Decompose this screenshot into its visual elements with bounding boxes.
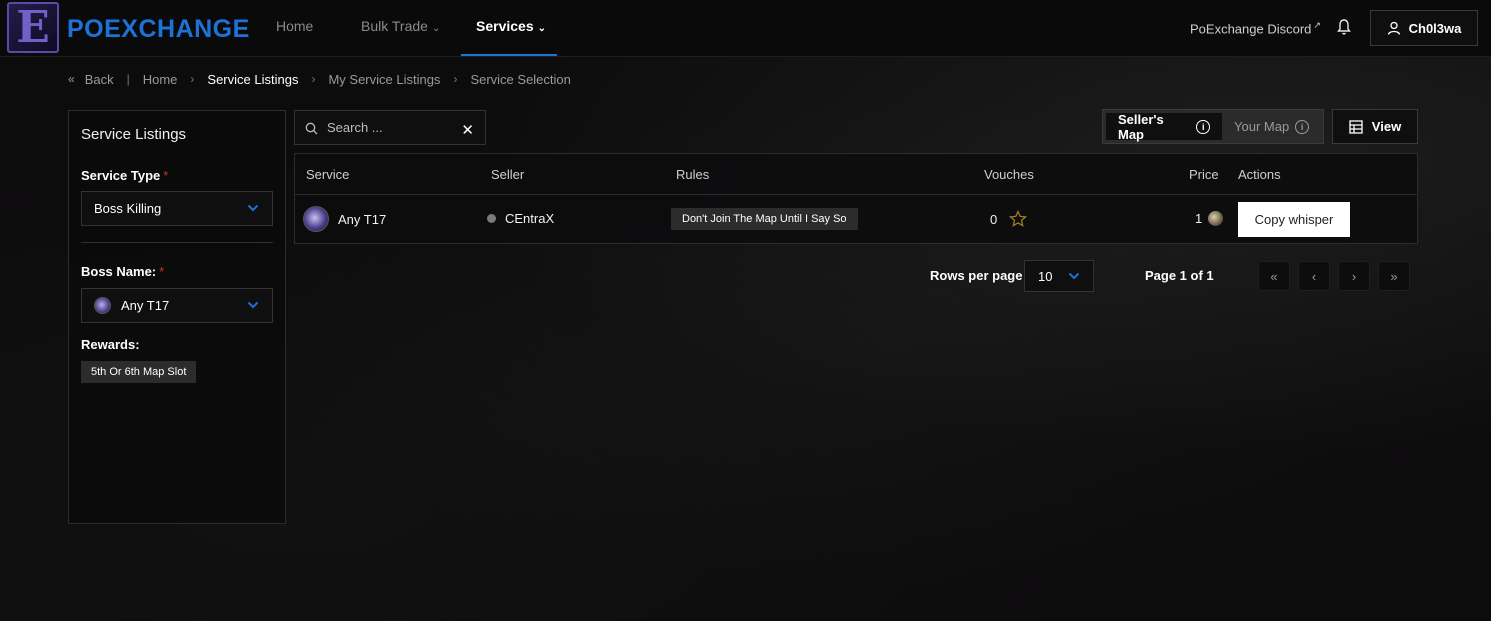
price-cell: 1 — [1195, 211, 1224, 226]
active-nav-indicator — [461, 54, 557, 56]
vouches-cell: 0 — [990, 210, 1028, 228]
chevron-down-icon: ⌄ — [537, 23, 546, 34]
sidebar-divider — [81, 242, 273, 243]
sellers-map-label: Seller's Map — [1118, 111, 1164, 142]
seller-cell: CEntraX — [487, 211, 554, 226]
service-type-label-text: Service Type — [81, 168, 161, 183]
discord-label: PoExchange Discord — [1190, 21, 1312, 37]
logo-letter: E — [16, 1, 50, 53]
table-header: Service Seller Rules Vouches Price Actio… — [295, 154, 1417, 195]
search-input[interactable]: Search ... ✕ — [294, 110, 486, 145]
chevron-down-icon — [1068, 272, 1080, 280]
service-name: Any T17 — [338, 211, 387, 227]
rules-cell: Don't Join The Map Until I Say So — [671, 208, 858, 230]
user-menu-button[interactable]: Ch0l3wa — [1370, 10, 1478, 46]
your-map-label: Your Map — [1234, 119, 1290, 134]
breadcrumb: « Back | Home › Service Listings › My Se… — [68, 70, 571, 88]
vouches-count: 0 — [990, 211, 998, 227]
header-price[interactable]: Price — [1189, 167, 1219, 182]
username: Ch0l3wa — [1408, 20, 1462, 36]
first-page-button[interactable]: « — [1258, 261, 1290, 291]
sellers-map-option[interactable]: Seller's Map i — [1106, 111, 1222, 142]
rows-per-page-label: Rows per page — [930, 268, 1023, 283]
star-icon[interactable] — [1009, 210, 1028, 228]
price-value: 1 — [1195, 211, 1203, 226]
close-icon[interactable]: ✕ — [461, 121, 474, 139]
breadcrumb-service-selection[interactable]: Service Selection — [470, 72, 570, 87]
top-navbar: E POEXCHANGE Home Bulk Trade ⌄ Services ⌄ … — [0, 0, 1491, 57]
search-icon — [305, 122, 318, 135]
status-dot — [487, 214, 496, 223]
rows-per-page-value: 10 — [1038, 268, 1053, 284]
table-row: Any T17 CEntraX Don't Join The Map Until… — [295, 195, 1417, 244]
nav-home[interactable]: Home — [276, 18, 313, 34]
nav-services-label: Services — [476, 18, 534, 34]
info-icon[interactable]: i — [1295, 119, 1310, 134]
header-rules: Rules — [676, 167, 710, 182]
discord-link[interactable]: PoExchange Discord ↗ — [1190, 20, 1321, 36]
boss-name-value: Any T17 — [121, 298, 170, 313]
service-icon — [303, 206, 329, 232]
breadcrumb-back[interactable]: Back — [85, 72, 114, 87]
boss-name-label: Boss Name: * — [81, 264, 164, 279]
chevron-right-icon: › — [311, 72, 316, 86]
required-mark: * — [159, 264, 165, 279]
rule-tag: Don't Join The Map Until I Say So — [671, 208, 858, 230]
bell-icon[interactable] — [1336, 18, 1352, 36]
nav-services[interactable]: Services ⌄ — [476, 18, 546, 34]
copy-whisper-button[interactable]: Copy whisper — [1238, 202, 1350, 237]
header-service[interactable]: Service — [306, 167, 349, 182]
next-page-button[interactable]: › — [1338, 261, 1370, 291]
search-placeholder: Search ... — [327, 120, 383, 135]
external-link-icon: ↗ — [1313, 20, 1321, 30]
breadcrumb-home[interactable]: Home — [143, 72, 178, 87]
currency-icon — [1208, 211, 1224, 226]
breadcrumb-my-service-listings[interactable]: My Service Listings — [328, 72, 440, 87]
nav-bulk-trade-label: Bulk Trade — [361, 18, 428, 34]
logo-icon[interactable]: E — [7, 2, 59, 53]
service-cell: Any T17 — [303, 206, 386, 232]
breadcrumb-divider: | — [126, 72, 130, 86]
info-icon[interactable]: i — [1196, 119, 1210, 134]
previous-page-button[interactable]: ‹ — [1298, 261, 1330, 291]
boss-icon — [94, 297, 111, 314]
user-icon — [1387, 21, 1400, 35]
chevron-down-icon — [247, 204, 259, 212]
chevron-right-icon: › — [453, 72, 458, 86]
table-grid-icon — [1349, 119, 1363, 134]
chevron-right-icon: › — [190, 72, 195, 86]
chevron-down-icon — [247, 301, 259, 309]
seller-name[interactable]: CEntraX — [505, 211, 554, 226]
required-mark: * — [163, 168, 169, 183]
view-button-label: View — [1371, 119, 1402, 134]
filter-sidebar: Service Listings Service Type * Boss Kill… — [68, 110, 286, 524]
header-vouches[interactable]: Vouches — [984, 167, 1034, 182]
service-listings-table: Service Seller Rules Vouches Price Actio… — [294, 153, 1418, 244]
boss-name-label-text: Boss Name: — [81, 264, 157, 279]
double-chevron-left-icon[interactable]: « — [68, 72, 75, 86]
nav-bulk-trade[interactable]: Bulk Trade ⌄ — [361, 18, 440, 34]
service-type-select[interactable]: Boss Killing — [81, 191, 273, 226]
service-type-label: Service Type * — [81, 168, 168, 183]
breadcrumb-service-listings[interactable]: Service Listings — [207, 72, 298, 87]
last-page-button[interactable]: » — [1378, 261, 1410, 291]
rewards-label: Rewards: — [81, 337, 140, 352]
page-info: Page 1 of 1 — [1145, 268, 1214, 283]
brand-name[interactable]: POEXCHANGE — [67, 15, 250, 44]
map-toggle: Seller's Map i Your Map i — [1102, 109, 1324, 144]
sidebar-title: Service Listings — [81, 126, 187, 143]
header-seller[interactable]: Seller — [491, 167, 524, 182]
nav-home-label: Home — [276, 18, 314, 34]
your-map-option[interactable]: Your Map i — [1222, 113, 1321, 140]
reward-tag: 5th Or 6th Map Slot — [81, 361, 197, 383]
boss-name-select[interactable]: Any T17 — [81, 288, 273, 323]
chevron-down-icon: ⌄ — [431, 23, 441, 34]
rows-per-page-select[interactable]: 10 — [1024, 260, 1094, 292]
header-actions: Actions — [1238, 167, 1281, 182]
view-button[interactable]: View — [1332, 109, 1418, 144]
service-type-value: Boss Killing — [94, 201, 162, 216]
